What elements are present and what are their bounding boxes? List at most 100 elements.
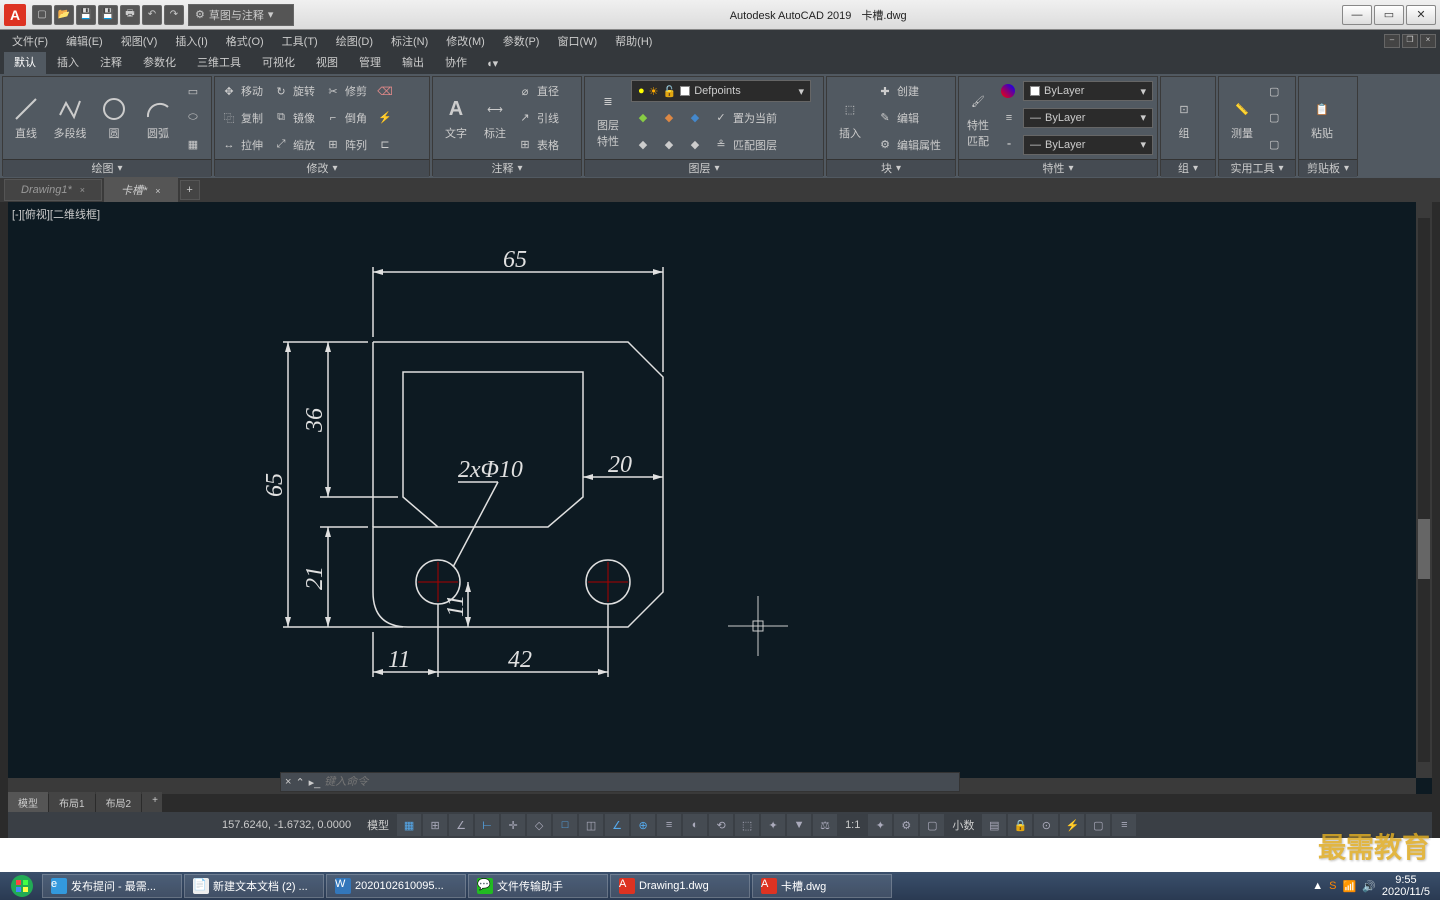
clean-toggle[interactable]: ▢ (1086, 814, 1110, 836)
task-wechat[interactable]: 💬文件传输助手 (468, 874, 608, 898)
new-tab-button[interactable]: + (180, 180, 200, 200)
doc-minimize[interactable]: – (1384, 34, 1400, 48)
file-tab-current[interactable]: 卡槽*× (104, 177, 178, 203)
iso-btn[interactable]: ⊙ (1034, 814, 1058, 836)
app-icon[interactable]: A (4, 4, 26, 26)
copy-button[interactable]: ⿻复制 (217, 107, 267, 129)
redo-icon[interactable]: ↷ (164, 5, 184, 25)
polyline-button[interactable]: 多段线 (49, 79, 91, 157)
block-attr-button[interactable]: ⚙编辑属性 (873, 134, 945, 156)
add-layout-button[interactable]: + (142, 792, 162, 812)
rtab-param[interactable]: 参数化 (133, 50, 186, 74)
menu-format[interactable]: 格式(O) (218, 31, 272, 51)
ortho-toggle[interactable]: ⊢ (475, 814, 499, 836)
qp-toggle[interactable]: ▤ (982, 814, 1006, 836)
infer-toggle[interactable]: ∠ (449, 814, 473, 836)
menu-dim[interactable]: 标注(N) (383, 31, 436, 51)
layer-tool2[interactable]: ◆ (657, 107, 681, 129)
grid-toggle[interactable]: ▦ (397, 814, 421, 836)
layer-tool1[interactable]: ◆ (631, 107, 655, 129)
block-create-button[interactable]: ✚创建 (873, 80, 945, 102)
tray-icon[interactable]: ▲ (1312, 880, 1323, 892)
model-tab[interactable]: 模型 (8, 792, 48, 812)
dim-button[interactable]: ⟷标注 (479, 79, 511, 157)
ws-toggle[interactable]: ⚙ (894, 814, 918, 836)
hatch-button[interactable]: ▦ (181, 134, 205, 156)
menu-view[interactable]: 视图(V) (113, 31, 166, 51)
task-ie[interactable]: e发布提问 - 最需... (42, 874, 182, 898)
trans-toggle[interactable]: ◐ (683, 814, 707, 836)
menu-window[interactable]: 窗口(W) (549, 31, 605, 51)
rtab-default[interactable]: 默认 (4, 50, 46, 74)
start-button[interactable] (4, 872, 40, 900)
tray-clock[interactable]: 9:552020/11/5 (1382, 874, 1430, 898)
command-line[interactable]: × ⌃ ▸_ (280, 772, 960, 792)
iso-toggle[interactable]: ◇ (527, 814, 551, 836)
scale-indicator[interactable]: 1:1 (839, 819, 866, 831)
task-acad1[interactable]: ADrawing1.dwg (610, 874, 750, 898)
diameter-button[interactable]: ⌀直径 (513, 80, 563, 102)
props-lt-button[interactable]: ⁃ (997, 134, 1021, 156)
close-button[interactable]: ✕ (1406, 5, 1436, 25)
util-1[interactable]: ▢ (1265, 80, 1283, 102)
paste-button[interactable]: 📋粘贴 (1301, 79, 1343, 157)
make-current-button[interactable]: ✓置为当前 (709, 107, 781, 129)
tray-icon[interactable]: 📶 (1342, 880, 1356, 893)
tray-icon[interactable]: S (1329, 880, 1336, 892)
doc-restore[interactable]: ❐ (1402, 34, 1418, 48)
match-props-button[interactable]: 🖌特性 匹配 (961, 79, 995, 157)
menu-tools[interactable]: 工具(T) (274, 31, 326, 51)
maximize-button[interactable]: ▭ (1374, 5, 1404, 25)
block-edit-button[interactable]: ✎编辑 (873, 107, 945, 129)
rtab-3d[interactable]: 三维工具 (187, 50, 251, 74)
util-3[interactable]: ▢ (1265, 134, 1283, 156)
custom-toggle[interactable]: ≡ (1112, 814, 1136, 836)
insert-block-button[interactable]: ⬚插入 (829, 79, 871, 157)
3d-toggle[interactable]: ⬚ (735, 814, 759, 836)
close-icon[interactable]: × (285, 776, 291, 788)
workspace-selector[interactable]: ⚙ 草图与注释 ▾ (188, 4, 294, 26)
otrack-toggle[interactable]: ∠ (605, 814, 629, 836)
arc-button[interactable]: 圆弧 (137, 79, 179, 157)
lineweight-selector[interactable]: —ByLayer▾ (1023, 108, 1153, 128)
polar-toggle[interactable]: ✛ (501, 814, 525, 836)
rtab-extra[interactable]: ◖▾ (482, 53, 502, 74)
rtab-collab[interactable]: 协作 (435, 50, 477, 74)
filter-toggle[interactable]: ▼ (787, 814, 811, 836)
ellipse-button[interactable]: ⬭ (181, 107, 205, 129)
layer-props-button[interactable]: ≣图层 特性 (587, 79, 629, 157)
save-icon[interactable]: 💾 (76, 5, 96, 25)
linetype-selector[interactable]: —ByLayer▾ (1023, 135, 1153, 155)
units-indicator[interactable]: 小数 (946, 817, 980, 833)
offset-button[interactable]: ⊏ (373, 134, 397, 156)
command-input[interactable] (324, 776, 955, 788)
color-selector[interactable]: ByLayer▾ (1023, 81, 1153, 101)
layout2-tab[interactable]: 布局2 (96, 792, 142, 812)
rtab-visual[interactable]: 可视化 (252, 50, 305, 74)
3dosnap-toggle[interactable]: ◫ (579, 814, 603, 836)
lw-toggle[interactable]: ≡ (657, 814, 681, 836)
scale-button[interactable]: ⤢缩放 (269, 134, 319, 156)
ann-toggle[interactable]: ⚖ (813, 814, 837, 836)
array-button[interactable]: ⊞阵列 (321, 134, 371, 156)
ann-vis-toggle[interactable]: ✦ (868, 814, 892, 836)
saveas-icon[interactable]: 💾 (98, 5, 118, 25)
task-acad2[interactable]: A卡槽.dwg (752, 874, 892, 898)
layer-tool4[interactable]: ◆ (631, 134, 655, 156)
close-icon[interactable]: × (155, 186, 160, 196)
rtab-annotate[interactable]: 注释 (90, 50, 132, 74)
mon-toggle[interactable]: ▢ (920, 814, 944, 836)
erase-button[interactable]: ⌫ (373, 80, 397, 102)
model-indicator[interactable]: 模型 (361, 817, 395, 833)
menu-edit[interactable]: 编辑(E) (58, 31, 111, 51)
menu-insert[interactable]: 插入(I) (167, 31, 215, 51)
fillet-button[interactable]: ⌐倒角 (321, 107, 371, 129)
props-color-button[interactable] (997, 80, 1021, 102)
mirror-button[interactable]: ⧉镜像 (269, 107, 319, 129)
viewport-label[interactable]: [-][俯视][二维线框] (12, 206, 100, 222)
layer-selector[interactable]: ● ☀ 🔓 Defpoints ▾ (631, 80, 811, 102)
stretch-button[interactable]: ↔拉伸 (217, 134, 267, 156)
lock-toggle[interactable]: 🔒 (1008, 814, 1032, 836)
layer-tool3[interactable]: ◆ (683, 107, 707, 129)
doc-close[interactable]: × (1420, 34, 1436, 48)
